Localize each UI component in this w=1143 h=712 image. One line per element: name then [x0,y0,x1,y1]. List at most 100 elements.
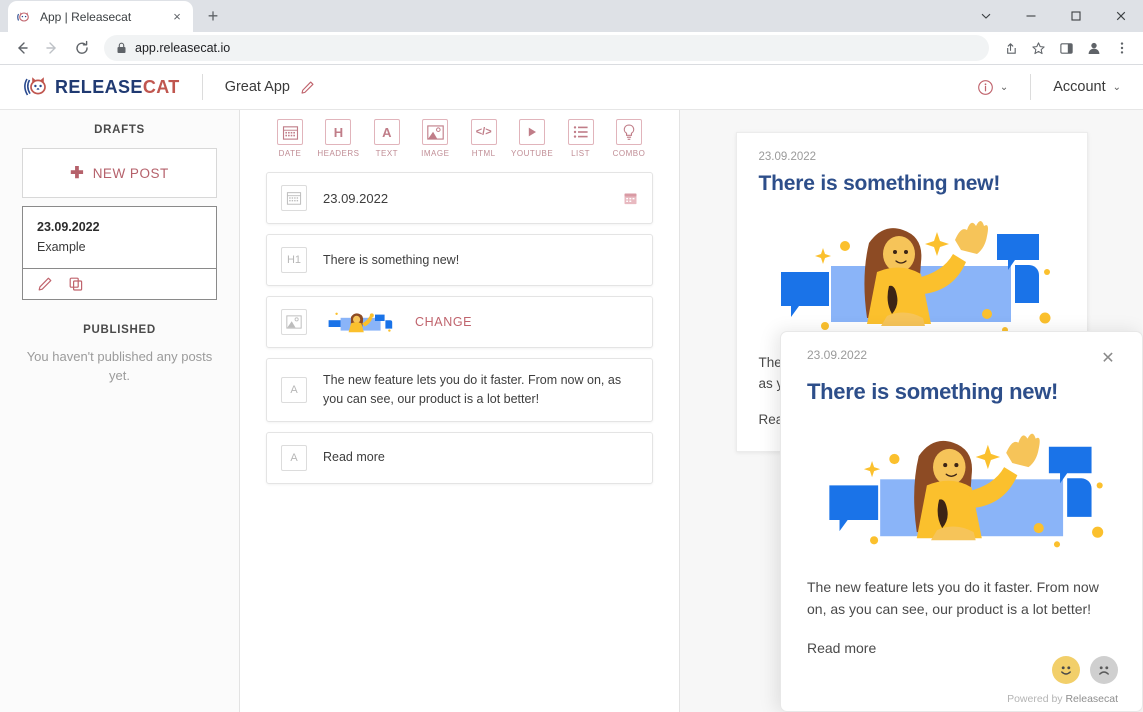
block-header-value[interactable]: There is something new! [323,251,638,270]
bookmark-star-icon[interactable] [1025,35,1051,61]
list-icon [568,119,594,145]
block-date[interactable]: 23.09.2022 [266,172,653,224]
minimize-icon[interactable] [1008,0,1053,32]
tool-label: HEADERS [317,149,359,158]
header-divider-2 [1030,74,1031,100]
block-image[interactable]: CHANGE [266,296,653,348]
popup-feedback [807,656,1118,684]
releasecat-cat-logo-icon [22,75,48,99]
close-icon[interactable]: ✕ [1098,348,1118,368]
edit-app-name-pencil-icon[interactable] [300,80,315,95]
image-icon [422,119,448,145]
preview-title: There is something new! [759,172,1065,196]
chevron-down-icon[interactable] [963,0,1008,32]
tool-combo[interactable]: COMBO [605,119,653,158]
account-chevron-down-icon: ⌄ [1113,82,1121,93]
draft-actions [23,268,216,299]
edit-pencil-icon[interactable] [37,276,53,292]
close-window-icon[interactable] [1098,0,1143,32]
new-tab-button[interactable]: + [199,2,227,30]
image-icon [281,309,307,335]
popup-date: 23.09.2022 [807,348,1098,362]
url-text: app.releasecat.io [135,41,230,55]
tab-close-icon[interactable]: × [169,9,185,25]
new-post-button[interactable]: ✚ NEW POST [22,148,217,198]
more-menu-icon[interactable] [1109,35,1135,61]
tool-headers[interactable]: H HEADERS [314,119,362,158]
sidebar: DRAFTS ✚ NEW POST 23.09.2022 Example PUB… [0,110,240,712]
info-circle-icon [977,79,994,96]
app-header: RELEASECAT Great App ⌄ Account ⌄ [0,65,1143,110]
editor-blocks: 23.09.2022 H1 There is something new! [240,164,679,484]
drafts-section-label: DRAFTS [22,124,217,136]
maximize-icon[interactable] [1053,0,1098,32]
editor-panel: DATE H HEADERS A TEXT IMAGE </> HTML [240,110,680,712]
draft-title: Example [37,240,202,254]
logo-cat-text: CAT [143,77,180,97]
block-header[interactable]: H1 There is something new! [266,234,653,286]
popup-read-more[interactable]: Read more [807,640,1118,656]
share-icon[interactable] [997,35,1023,61]
block-date-value[interactable]: 23.09.2022 [323,191,623,206]
calendar-picker-icon[interactable] [623,191,638,206]
popup-body: The new feature lets you do it faster. F… [807,577,1118,620]
calendar-icon [277,119,303,145]
tool-text[interactable]: A TEXT [363,119,411,158]
tool-list[interactable]: LIST [557,119,605,158]
text-a-icon: A [281,377,307,403]
plus-icon: ✚ [70,163,83,183]
tab-title: App | Releasecat [40,10,161,24]
tool-label: COMBO [613,149,646,158]
address-bar[interactable]: app.releasecat.io [104,35,989,61]
side-panel-icon[interactable] [1053,35,1079,61]
account-menu[interactable]: Account ⌄ [1053,79,1121,95]
popup-header: 23.09.2022 ✕ [807,348,1118,368]
block-text-value[interactable]: The new feature lets you do it faster. F… [323,371,638,409]
preview-illustration [759,210,1065,345]
text-a-icon: A [281,445,307,471]
preview-date: 23.09.2022 [759,151,1065,163]
window-controls [963,0,1143,32]
reload-icon[interactable] [68,34,96,62]
h1-icon: H1 [281,247,307,273]
logo-release-text: RELEASE [55,77,143,97]
tool-youtube[interactable]: YOUTUBE [508,119,556,158]
header-divider [202,74,203,100]
browser-titlebar: App | Releasecat × + [0,0,1143,32]
happy-face-icon[interactable] [1052,656,1080,684]
tool-label: TEXT [376,149,398,158]
image-thumbnail [323,309,395,335]
duplicate-icon[interactable] [68,276,84,292]
sad-face-icon[interactable] [1090,656,1118,684]
tool-label: LIST [571,149,590,158]
play-icon [519,119,545,145]
tool-html[interactable]: </> HTML [460,119,508,158]
published-section-label: PUBLISHED [22,324,217,336]
block-readmore-value[interactable]: Read more [323,448,638,467]
block-toolbar: DATE H HEADERS A TEXT IMAGE </> HTML [240,110,679,164]
cat-favicon-icon [16,9,32,25]
tool-label: YOUTUBE [511,149,553,158]
forward-icon[interactable] [38,34,66,62]
profile-icon[interactable] [1081,35,1107,61]
calendar-icon [281,185,307,211]
main-layout: DRAFTS ✚ NEW POST 23.09.2022 Example PUB… [0,110,1143,712]
text-a-icon: A [374,119,400,145]
block-readmore[interactable]: A Read more [266,432,653,484]
tool-image[interactable]: IMAGE [411,119,459,158]
info-dropdown[interactable]: ⌄ [977,79,1008,96]
new-post-label: NEW POST [93,166,169,181]
published-empty-message: You haven't published any posts yet. [22,348,217,386]
popup-illustration [807,421,1118,561]
tool-date[interactable]: DATE [266,119,314,158]
tool-label: HTML [472,149,496,158]
draft-card[interactable]: 23.09.2022 Example [22,206,217,300]
draft-card-body: 23.09.2022 Example [23,207,216,268]
back-icon[interactable] [8,34,36,62]
browser-tab[interactable]: App | Releasecat × [8,1,193,32]
change-image-link[interactable]: CHANGE [415,315,472,329]
browser-toolbar: app.releasecat.io [0,32,1143,65]
code-icon: </> [471,119,497,145]
block-text[interactable]: A The new feature lets you do it faster.… [266,358,653,422]
app-logo[interactable]: RELEASECAT [22,75,180,99]
